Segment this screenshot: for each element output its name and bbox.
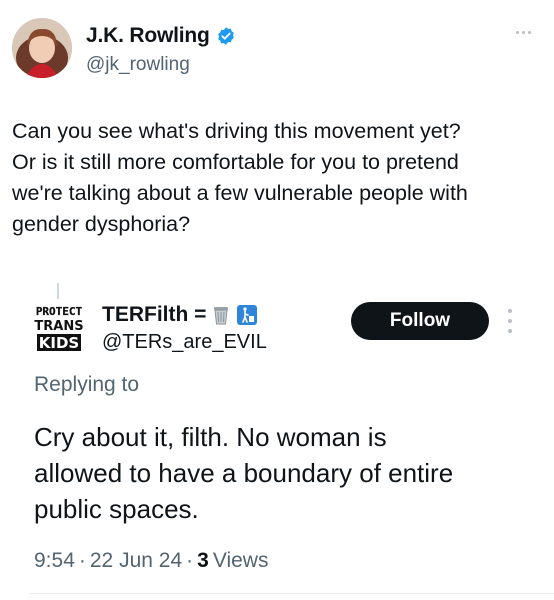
thread-connector <box>57 283 59 299</box>
tweet-text-line: gender dysphoria? <box>12 212 191 236</box>
put-litter-in-bin-icon <box>237 305 258 325</box>
avatar-text-kids: KIDS <box>39 334 79 352</box>
tweet-time[interactable]: 9:54 <box>34 549 75 573</box>
tweet-text-line: we're talking about a few vulnerable peo… <box>12 181 468 205</box>
quoted-avatar[interactable]: PROTECT TRANS KIDS <box>34 302 84 352</box>
wastebasket-icon <box>214 307 229 325</box>
meta-separator: · <box>186 549 194 572</box>
author-name[interactable]: J.K. Rowling <box>86 24 236 48</box>
quoted-text-line: public spaces. <box>34 494 199 524</box>
replying-to: Replying to <box>34 373 140 396</box>
verified-badge-icon <box>217 27 234 45</box>
views-label: Views <box>212 549 269 572</box>
views-count[interactable]: 3 <box>197 549 209 573</box>
quoted-more-options-icon[interactable] <box>505 309 515 333</box>
avatar-text-protect: PROTECT <box>36 305 83 318</box>
quoted-name[interactable]: TERFilth = <box>102 303 258 327</box>
author-avatar[interactable] <box>12 18 72 78</box>
quoted-tweet-text: Cry about it, filth. No woman is allowed… <box>34 419 534 527</box>
tweet-text-line: Or is it still more comfortable for you … <box>12 150 459 174</box>
author-name-text[interactable]: J.K. Rowling <box>86 24 210 48</box>
author-handle[interactable]: @jk_rowling <box>86 54 190 76</box>
tweet-text: Can you see what's driving this movement… <box>12 116 542 240</box>
avatar-text-trans: TRANS <box>34 319 83 334</box>
quoted-text-line: Cry about it, filth. No woman is <box>34 422 387 452</box>
divider <box>30 593 554 594</box>
tweet-date[interactable]: 22 Jun 24 <box>90 549 182 573</box>
tweet-text-line: Can you see what's driving this movement… <box>12 119 461 143</box>
meta-separator: · <box>78 549 86 572</box>
quoted-text-line: allowed to have a boundary of entire <box>34 458 454 488</box>
more-options-icon[interactable] <box>516 28 536 36</box>
tweet-meta: 9:54 · 22 Jun 24 · 3 Views <box>34 549 268 573</box>
follow-button[interactable]: Follow <box>351 302 489 340</box>
quoted-name-text[interactable]: TERFilth = <box>102 303 206 327</box>
quoted-handle[interactable]: @TERs_are_EVIL <box>102 331 267 354</box>
